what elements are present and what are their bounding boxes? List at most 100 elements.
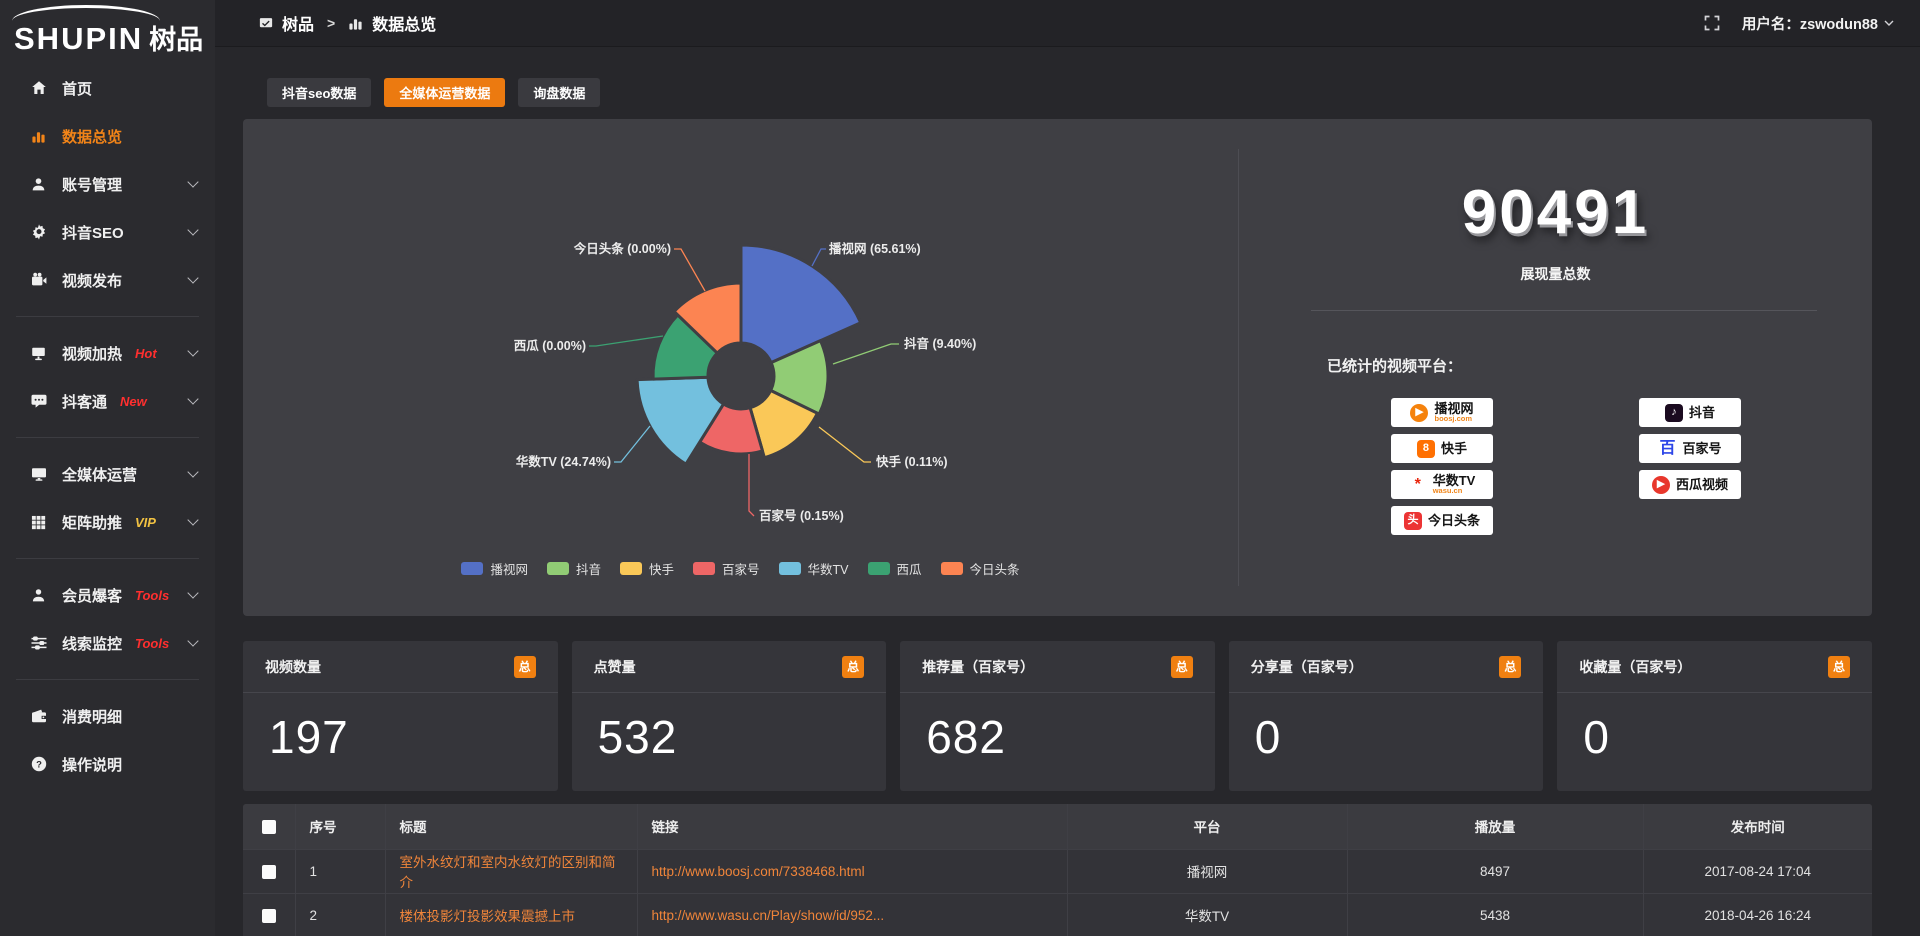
legend-item-抖音[interactable]: 抖音 <box>547 559 601 578</box>
stat-card-0: 视频数量 总 197 <box>243 641 558 791</box>
row-checkbox[interactable] <box>262 909 276 923</box>
total-badge[interactable]: 总 <box>1499 656 1521 678</box>
sidebar-item-label: 消费明细 <box>62 706 122 727</box>
pie-label-line <box>589 336 663 346</box>
legend-item-今日头条[interactable]: 今日头条 <box>941 559 1020 578</box>
column-header-3: 平台 <box>1067 804 1347 849</box>
heat-icon <box>30 345 47 362</box>
sidebar-item-3[interactable]: 抖音SEO <box>0 208 215 256</box>
help-icon: ? <box>30 756 47 773</box>
sidebar-item-7[interactable]: 抖客通 New <box>0 377 215 425</box>
platform-column: ▶ 播视网boosj.com 8 快手 * 华数TVwasu.cn 头 今日头条 <box>1391 398 1493 535</box>
sidebar-nav: 首页 数据总览 账号管理 抖音SEO 视频发布 视频加热 Hot 抖客通 New <box>0 64 215 788</box>
华数TV-logo-icon: * <box>1409 476 1427 494</box>
chart-icon <box>30 128 47 145</box>
sidebar-item-10[interactable]: 矩阵助推 VIP <box>0 498 215 546</box>
nav-item-badge: VIP <box>135 515 156 530</box>
legend-swatch <box>779 562 801 575</box>
link-cell[interactable]: http://www.boosj.com/7338468.html <box>637 849 1067 893</box>
fullscreen-icon[interactable] <box>1704 15 1720 31</box>
platforms-label: 已统计的视频平台： <box>1327 355 1872 376</box>
legend-item-百家号[interactable]: 百家号 <box>693 559 760 578</box>
table-row-0: 1 室外水纹灯和室内水纹灯的区别和简介 http://www.boosj.com… <box>243 849 1872 893</box>
pie-slice-播视网[interactable] <box>741 245 861 363</box>
tab-1[interactable]: 全媒体运营数据 <box>384 78 505 107</box>
breadcrumb: 树品> 数据总览 <box>259 11 436 35</box>
sidebar: SHUPIN树品 首页 数据总览 账号管理 抖音SEO 视频发布 视频加热 Ho… <box>0 0 215 936</box>
sidebar-item-9[interactable]: 全媒体运营 <box>0 450 215 498</box>
breadcrumb-item[interactable]: 树品 <box>282 11 314 35</box>
sidebar-item-1[interactable]: 数据总览 <box>0 112 215 160</box>
legend-swatch <box>620 562 642 575</box>
legend-item-华数TV[interactable]: 华数TV <box>779 559 849 578</box>
app-logo[interactable]: SHUPIN树品 <box>0 0 215 64</box>
total-badge[interactable]: 总 <box>842 656 864 678</box>
legend-label: 播视网 <box>490 559 528 578</box>
legend-item-西瓜[interactable]: 西瓜 <box>868 559 922 578</box>
user-menu[interactable]: 用户名：zswodun88 <box>1742 13 1894 34</box>
sidebar-item-16[interactable]: ? 操作说明 <box>0 740 215 788</box>
title-cell[interactable]: 室外水纹灯和室内水纹灯的区别和简介 <box>385 849 637 893</box>
sidebar-item-13[interactable]: 线索监控 Tools <box>0 619 215 667</box>
sidebar-item-label: 线索监控 <box>62 633 122 654</box>
sidebar-item-2[interactable]: 账号管理 <box>0 160 215 208</box>
sidebar-item-6[interactable]: 视频加热 Hot <box>0 329 215 377</box>
stat-card-value: 197 <box>243 693 558 764</box>
platform-name: 今日头条 <box>1428 514 1480 528</box>
pie-label: 抖音 (9.40%) <box>904 336 976 351</box>
total-impressions-value: 90491 <box>1239 177 1872 248</box>
platform-cell: 播视网 <box>1067 849 1347 893</box>
pie-label-line <box>812 249 826 266</box>
sidebar-item-label: 矩阵助推 <box>62 512 122 533</box>
legend-swatch <box>868 562 890 575</box>
抖音-logo-icon: ♪ <box>1665 404 1683 422</box>
platform-name: 快手 <box>1441 442 1467 456</box>
link-cell[interactable]: http://www.wasu.cn/Play/show/id/952... <box>637 893 1067 936</box>
index-cell: 1 <box>295 849 385 893</box>
stat-card-value: 682 <box>900 693 1215 764</box>
username-label: 用户名：zswodun88 <box>1742 13 1878 34</box>
table-body: 1 室外水纹灯和室内水纹灯的区别和简介 http://www.boosj.com… <box>243 849 1872 936</box>
plays-cell: 5438 <box>1347 893 1643 936</box>
svg-text:?: ? <box>36 759 42 770</box>
user-icon <box>30 176 47 193</box>
logo-arc-decoration <box>12 5 160 21</box>
stat-card-title: 分享量（百家号） <box>1251 657 1363 677</box>
header-checkbox-cell <box>243 804 295 849</box>
sidebar-divider <box>16 558 199 559</box>
sidebar-item-15[interactable]: 消费明细 <box>0 692 215 740</box>
title-cell[interactable]: 楼体投影灯投影效果震撼上市 <box>385 893 637 936</box>
table-header-row: 序号标题链接平台播放量发布时间 <box>243 804 1872 849</box>
tab-0[interactable]: 抖音seo数据 <box>267 78 371 107</box>
tab-2[interactable]: 询盘数据 <box>518 78 600 107</box>
platform-badge-播视网: ▶ 播视网boosj.com <box>1391 398 1493 427</box>
百家号-logo-icon: 百 <box>1658 440 1676 458</box>
total-badge[interactable]: 总 <box>514 656 536 678</box>
data-tabs: 抖音seo数据全媒体运营数据询盘数据 <box>267 78 1872 107</box>
sidebar-item-0[interactable]: 首页 <box>0 64 215 112</box>
breadcrumb-item[interactable]: 数据总览 <box>372 11 436 35</box>
今日头条-logo-icon: 头 <box>1404 512 1422 530</box>
column-header-2: 链接 <box>637 804 1067 849</box>
legend-item-快手[interactable]: 快手 <box>620 559 674 578</box>
total-badge[interactable]: 总 <box>1171 656 1193 678</box>
sidebar-item-12[interactable]: 会员爆客 Tools <box>0 571 215 619</box>
pie-label: 华数TV (24.74%) <box>516 454 611 469</box>
stat-card-header: 视频数量 总 <box>243 641 558 693</box>
select-all-checkbox[interactable] <box>262 820 276 834</box>
stat-card-title: 视频数量 <box>265 657 321 677</box>
gear-icon <box>30 224 47 241</box>
media-icon <box>30 466 47 483</box>
column-header-0: 序号 <box>295 804 385 849</box>
table-row-1: 2 楼体投影灯投影效果震撼上市 http://www.wasu.cn/Play/… <box>243 893 1872 936</box>
sidebar-item-4[interactable]: 视频发布 <box>0 256 215 304</box>
row-checkbox[interactable] <box>262 865 276 879</box>
pie-slice-华数TV[interactable] <box>637 377 723 464</box>
member-icon <box>30 587 47 604</box>
legend-item-播视网[interactable]: 播视网 <box>461 559 528 578</box>
total-badge[interactable]: 总 <box>1828 656 1850 678</box>
chart-legend: 播视网 抖音 快手 百家号 华数TV 西瓜 今日头条 <box>243 559 1238 578</box>
stat-card-title: 推荐量（百家号） <box>922 657 1034 677</box>
stat-card-title: 收藏量（百家号） <box>1579 657 1691 677</box>
platform-name: 百家号 <box>1682 442 1721 456</box>
